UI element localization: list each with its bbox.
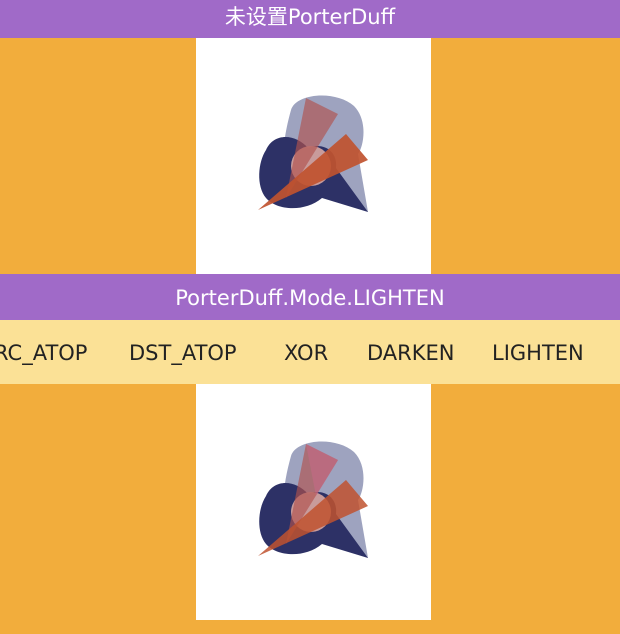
canvas-composited — [196, 384, 431, 620]
mode-tab-strip[interactable]: RC_ATOP DST_ATOP XOR DARKEN LIGHTEN — [0, 320, 620, 384]
porterduff-composite-lighten — [258, 441, 368, 558]
tab-xor[interactable]: XOR — [284, 340, 328, 366]
mode-title: PorterDuff.Mode.LIGHTEN — [175, 286, 445, 310]
tab-dst-atop[interactable]: DST_ATOP — [129, 340, 237, 366]
canvas-unmodified — [196, 38, 431, 274]
tab-rc-atop[interactable]: RC_ATOP — [0, 340, 87, 366]
top-title-bar: 未设置PorterDuff — [0, 0, 620, 38]
porterduff-composite-original — [258, 95, 368, 212]
tab-lighten[interactable]: LIGHTEN — [492, 340, 584, 366]
mode-title-bar: PorterDuff.Mode.LIGHTEN — [0, 274, 620, 320]
tab-darken[interactable]: DARKEN — [367, 340, 455, 366]
top-title: 未设置PorterDuff — [224, 5, 396, 29]
